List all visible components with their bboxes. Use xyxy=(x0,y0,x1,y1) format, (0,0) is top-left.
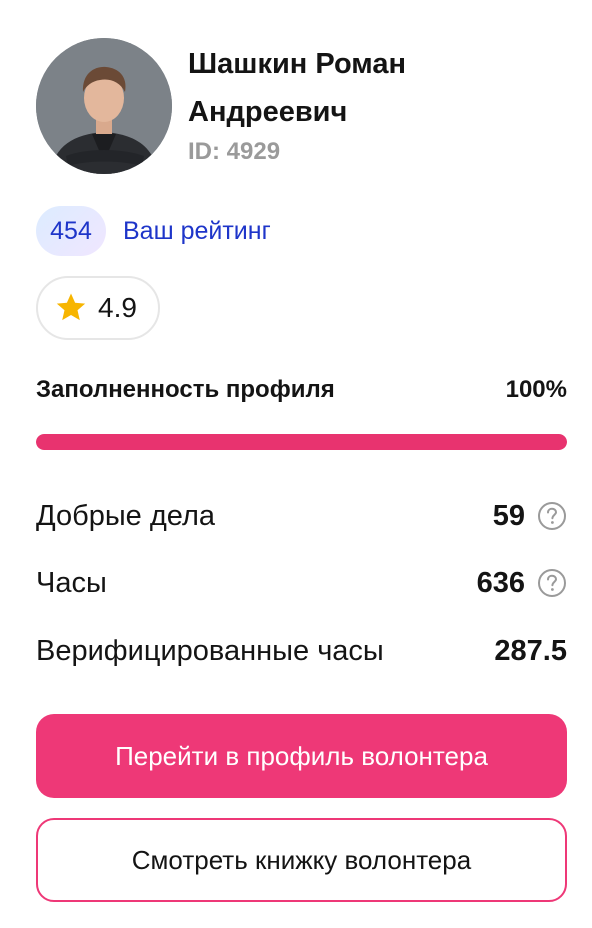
volunteer-profile-card: Шашкин Роман Андреевич ID: 4929 454 Ваш … xyxy=(0,0,592,928)
completeness-progress-bar xyxy=(36,434,567,450)
avatar[interactable] xyxy=(36,38,172,174)
question-circle-icon[interactable] xyxy=(537,501,567,531)
view-volunteer-book-button[interactable]: Смотреть книжку волонтера xyxy=(36,818,567,902)
profile-name: Шашкин Роман Андреевич xyxy=(188,48,407,128)
rating-badge: 454 xyxy=(36,206,106,256)
rating-link[interactable]: Ваш рейтинг xyxy=(123,217,271,246)
stat-label: Верифицированные часы xyxy=(36,634,384,667)
avatar-photo xyxy=(36,38,172,174)
completeness-label: Заполненность профиля xyxy=(36,376,335,403)
stat-value: 59 xyxy=(492,499,525,532)
score-value: 4.9 xyxy=(98,292,137,323)
completeness-value: 100% xyxy=(505,376,567,403)
stat-value: 287.5 xyxy=(494,634,567,667)
question-circle-icon[interactable] xyxy=(537,568,567,598)
profile-completeness: Заполненность профиля 100% xyxy=(36,376,567,404)
stat-value: 636 xyxy=(476,566,525,599)
stat-verified-hours: Верифицированные часы 287.5 xyxy=(36,631,567,671)
stat-hours: Часы 636 xyxy=(36,563,567,603)
stat-good-deeds: Добрые дела 59 xyxy=(36,496,567,536)
star-icon xyxy=(56,293,86,321)
stat-label: Добрые дела xyxy=(36,499,215,532)
completeness-progress-fill xyxy=(36,434,567,450)
rating-row[interactable]: 454 Ваш рейтинг xyxy=(36,206,271,256)
stat-label: Часы xyxy=(36,566,107,599)
go-to-volunteer-profile-button[interactable]: Перейти в профиль волонтера xyxy=(36,714,567,798)
score-pill: 4.9 xyxy=(36,276,160,340)
profile-id: ID: 4929 xyxy=(188,138,281,165)
